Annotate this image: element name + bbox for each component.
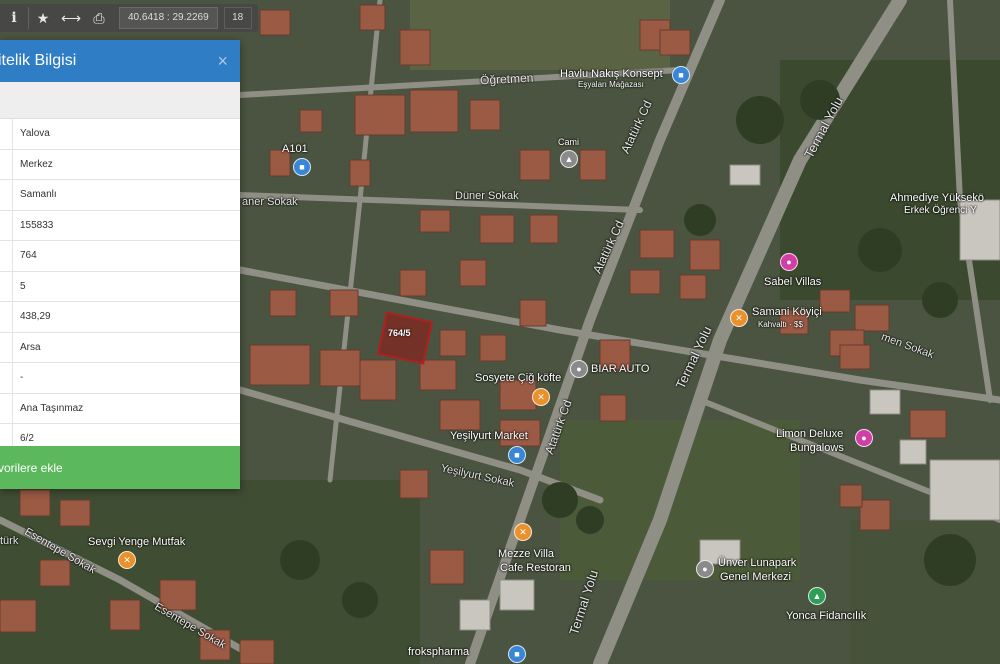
poi-label-havlu: Havlu Nakış Konsept (560, 68, 663, 80)
poi-label-cami: Cami (558, 137, 580, 147)
garden-pin-icon[interactable]: ▲ (808, 587, 826, 605)
info-icon[interactable]: i (0, 4, 28, 32)
road-label-ataturk-left: türk (0, 535, 19, 547)
pharmacy-pin-icon[interactable]: ■ (508, 645, 526, 663)
bungalow-pin-icon[interactable]: ● (855, 429, 873, 447)
measure-icon[interactable]: ⟷ (57, 4, 85, 32)
attribute-row: Yalova (0, 119, 240, 150)
mosque-pin-icon[interactable]: ▲ (560, 150, 578, 168)
poi-sublabel-samani: Kahvaltı · $$ (758, 320, 803, 329)
attribute-row: - (0, 363, 240, 394)
poi-label-a101: A101 (282, 143, 308, 155)
star-icon[interactable]: ★ (29, 4, 57, 32)
attribute-row: Samanlı (0, 180, 240, 211)
parcel-label: 764/5 (388, 328, 411, 338)
attribute-value: Ana Taşınmaz (20, 402, 84, 414)
poi-label-sevgi: Sevgi Yenge Mutfak (88, 536, 186, 548)
attribute-value: Arsa (20, 341, 41, 353)
poi-sublabel-mezze: Cafe Restoran (500, 562, 571, 574)
poi-sublabel-havlu: Eşyaları Mağazası (578, 80, 644, 89)
poi-label-mezze: Mezze Villa (498, 548, 555, 560)
attribute-row: 438,29 (0, 302, 240, 333)
poi-label-sabel: Sabel Villas (764, 276, 822, 288)
print-icon[interactable]: ⎙ (85, 4, 113, 32)
poi-label-froks: frokspharma (408, 646, 470, 658)
poi-label-ahmediye: Ahmediye Yüksekö (890, 192, 984, 204)
poi-label-sosyete: Sosyete Çiğ köfte (475, 372, 562, 384)
attribute-value: 764 (20, 250, 37, 262)
restaurant-pin-icon[interactable]: ✕ (730, 309, 748, 327)
poi-label-samani: Samani Köyiçi (752, 306, 822, 318)
attribute-row: 5 (0, 271, 240, 302)
attribute-row: 155833 (0, 210, 240, 241)
map-toolbar: i ★ ⟷ ⎙ 40.6418 : 29.2269 18 (0, 4, 258, 32)
place-pin-icon[interactable]: ● (570, 360, 588, 378)
zoom-level: 18 (223, 7, 252, 29)
attribute-value: Merkez (20, 158, 53, 170)
food-pin-icon[interactable]: ✕ (532, 388, 550, 406)
poi-sublabel-univer: Genel Merkezi (720, 571, 791, 583)
attribute-list: Yalova Merkez Samanlı 155833 764 5 438,2… (0, 119, 240, 455)
attribute-value: 438,29 (20, 311, 51, 323)
panel-subheader (0, 82, 240, 119)
market-pin-icon[interactable]: ■ (293, 158, 311, 176)
attribute-value: 6/2 (20, 433, 34, 445)
kitchen-pin-icon[interactable]: ✕ (118, 551, 136, 569)
panel-header: itelik Bilgisi × (0, 40, 240, 82)
coordinate-readout: 40.6418 : 29.2269 (119, 7, 218, 29)
add-to-favorites-button[interactable]: vorilere ekle (0, 446, 240, 489)
attribute-row: Ana Taşınmaz (0, 393, 240, 424)
panel-title: itelik Bilgisi (0, 52, 77, 69)
road-label-duner: Düner Sokak (455, 190, 519, 202)
hotel-pin-icon[interactable]: ● (780, 253, 798, 271)
road-label-ogretmen: Öğretmen (479, 70, 534, 88)
poi-sublabel-ahmediye: Erkek Öğrenci Y (904, 205, 977, 216)
close-icon[interactable]: × (217, 52, 228, 70)
attribute-row: Merkez (0, 149, 240, 180)
attribute-value: 5 (20, 280, 26, 292)
attribute-row: 764 (0, 241, 240, 272)
attribute-value: Yalova (20, 128, 50, 140)
poi-label-univer: Ünver Lunapark (718, 557, 797, 569)
poi-label-yonca: Yonca Fidancılık (786, 610, 867, 622)
favorites-label: vorilere ekle (0, 460, 63, 475)
attribute-value: - (20, 372, 24, 384)
cafe-pin-icon[interactable]: ✕ (514, 523, 532, 541)
attribute-value: 155833 (20, 219, 54, 231)
shop-pin-icon[interactable]: ■ (672, 66, 690, 84)
parcel-info-panel: itelik Bilgisi × Yalova Merkez Samanlı 1… (0, 40, 240, 489)
road-label-aner: aner Sokak (242, 196, 298, 208)
poi-label-limon: Limon Deluxe (776, 428, 844, 440)
poi-label-biar: BIAR AUTO (591, 363, 650, 375)
grocery-pin-icon[interactable]: ■ (508, 446, 526, 464)
poi-sublabel-limon: Bungalows (790, 442, 844, 454)
poi-label-yesilyurt-market: Yeşilyurt Market (450, 430, 528, 442)
amusement-pin-icon[interactable]: ● (696, 560, 714, 578)
attribute-row: Arsa (0, 332, 240, 363)
attribute-value: Samanlı (20, 189, 57, 201)
